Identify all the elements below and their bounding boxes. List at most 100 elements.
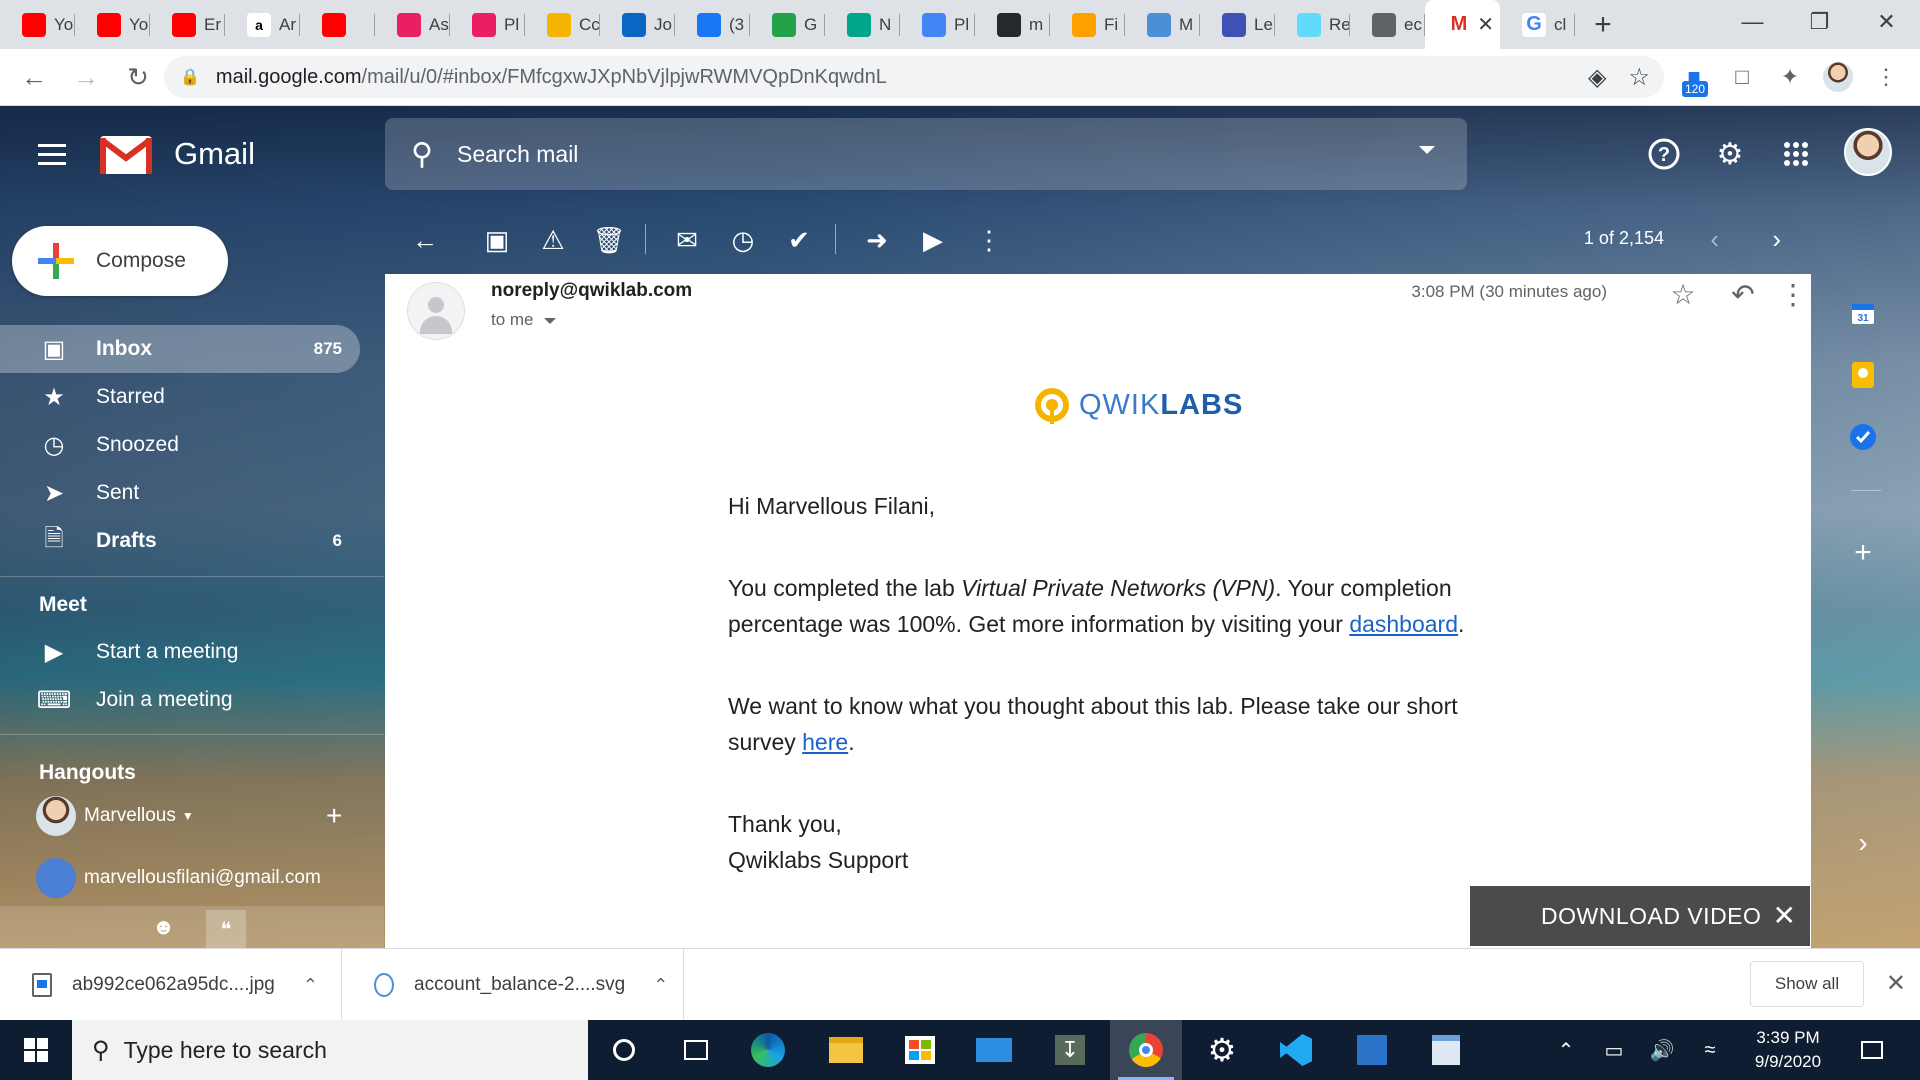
browser-tab[interactable]: Gcl [1500,0,1575,49]
browser-tab[interactable]: (3 [675,0,750,49]
delete-icon[interactable]: 🗑 [591,222,627,258]
search-icon[interactable]: ⚲ [411,137,433,172]
close-download-shelf-icon[interactable]: ✕ [1886,969,1906,998]
battery-icon[interactable]: ▭ [1596,1020,1632,1080]
star-message-icon[interactable]: ☆ [1665,276,1701,312]
download-item[interactable]: ab992ce062a95dc....jpg ⌃ [0,949,342,1021]
apps-grid-icon[interactable] [1776,134,1816,174]
back-icon[interactable]: ← [14,57,54,97]
new-tab-plus-icon[interactable]: + [1575,0,1631,49]
settings-gear-icon[interactable]: ⚙ [1186,1020,1258,1080]
newer-icon[interactable]: › [1772,224,1781,255]
browser-menu-icon[interactable]: ⋮ [1868,57,1904,97]
nav-item-sent[interactable]: ➤ Sent [0,469,360,517]
message-more-icon[interactable]: ⋮ [1775,276,1811,312]
forward-icon[interactable]: → [66,57,106,97]
show-hidden-icons-icon[interactable]: ⌃ [1548,1020,1584,1080]
compose-button[interactable]: Compose [12,226,228,296]
restore-icon[interactable]: ❐ [1786,0,1853,44]
extension-120-icon[interactable]: ■ 120 [1676,57,1712,97]
browser-tab[interactable]: Er [150,0,225,49]
chevron-up-icon[interactable]: ⌃ [303,975,318,996]
browser-tab[interactable] [300,0,375,49]
windows-start-icon[interactable] [0,1020,72,1080]
start-meeting-item[interactable]: ▶ Start a meeting [0,628,360,676]
browser-tab[interactable]: Cc [525,0,600,49]
extension-box-icon[interactable]: □ [1724,57,1760,97]
get-addons-plus-icon[interactable]: + [1846,536,1880,570]
keep-icon[interactable] [1846,358,1880,392]
browser-tab[interactable]: N [825,0,900,49]
nav-item-inbox[interactable]: ▣ Inbox 875 [0,325,360,373]
label-icon[interactable]: ▶ [915,222,951,258]
browser-tab[interactable]: M ✕ [1425,0,1500,49]
expand-panel-icon[interactable]: › [1846,826,1880,860]
file-explorer-icon[interactable] [810,1020,882,1080]
nav-item-snoozed[interactable]: ◷ Snoozed [0,421,360,469]
task-view-icon[interactable] [660,1020,732,1080]
calendar-icon[interactable]: 31 [1846,296,1880,330]
hangouts-user[interactable]: Marvellous ▼ [36,796,194,836]
move-to-icon[interactable]: ➜ [859,222,895,258]
extension-diamond-icon[interactable]: ◈ [1588,63,1606,92]
join-meeting-item[interactable]: ⌨ Join a meeting [0,676,360,724]
chevron-up-icon[interactable]: ⌃ [653,975,668,996]
volume-icon[interactable]: 🔊 [1644,1020,1680,1080]
browser-tab[interactable]: Fi [1050,0,1125,49]
taskbar-search-input[interactable]: Type here to search [124,1037,327,1064]
network-tool-icon[interactable] [1336,1020,1408,1080]
recipient-details[interactable]: to me [491,310,556,330]
browser-tab[interactable]: M [1125,0,1200,49]
browser-tab[interactable]: Jo [600,0,675,49]
older-icon[interactable]: ‹ [1710,224,1719,255]
browser-tab[interactable]: ec [1350,0,1425,49]
browser-tab[interactable]: Yo [0,0,75,49]
sender-email[interactable]: noreply@qwiklab.com [491,280,692,302]
browser-tab[interactable]: Re [1275,0,1350,49]
survey-link[interactable]: here [802,729,848,755]
report-spam-icon[interactable]: ⚠ [535,222,571,258]
search-options-icon[interactable] [1419,146,1435,154]
close-tab-icon[interactable]: ✕ [1477,12,1494,37]
notepad-icon[interactable] [1410,1020,1482,1080]
download-video-banner[interactable]: DOWNLOAD VIDEO ✕ [1470,886,1810,946]
nav-item-drafts[interactable]: 🗎 Drafts 6 [0,517,360,565]
browser-tab[interactable]: As [375,0,450,49]
browser-tab[interactable]: Pl [450,0,525,49]
browser-tab[interactable]: G [750,0,825,49]
browser-tab[interactable]: Yo [75,0,150,49]
back-to-inbox-icon[interactable]: ← [407,222,443,258]
downloader-icon[interactable]: ↧ [1034,1020,1106,1080]
reply-icon[interactable]: ↶ [1725,276,1761,312]
search-bar[interactable]: ⚲ Search mail [385,118,1467,190]
extensions-puzzle-icon[interactable]: ✦ [1772,57,1808,97]
mark-unread-icon[interactable]: ✉ [669,222,705,258]
browser-tab[interactable]: Pl [900,0,975,49]
download-item[interactable]: account_balance-2....svg ⌃ [342,949,684,1021]
browser-tab[interactable]: m [975,0,1050,49]
address-bar[interactable]: 🔒 mail.google.com/mail/u/0/#inbox/FMfcgx… [164,56,1664,98]
main-menu-icon[interactable] [38,144,66,171]
search-input[interactable]: Search mail [457,141,578,168]
hangouts-quote-icon[interactable]: ❝ [206,910,246,948]
cortana-icon[interactable] [588,1020,660,1080]
vscode-icon[interactable] [1260,1020,1332,1080]
reload-icon[interactable]: ↻ [118,57,158,97]
close-banner-icon[interactable]: ✕ [1773,899,1796,932]
mail-icon[interactable] [958,1020,1030,1080]
wifi-icon[interactable]: ≈ [1692,1020,1728,1080]
system-clock[interactable]: 3:39 PM 9/9/2020 [1738,1026,1838,1074]
minimize-icon[interactable]: — [1719,0,1786,44]
close-window-icon[interactable]: ✕ [1853,0,1920,44]
hangouts-contact[interactable]: marvellousfilani@gmail.com [36,858,321,898]
dashboard-link[interactable]: dashboard [1349,611,1458,637]
more-actions-icon[interactable]: ⋮ [971,222,1007,258]
profile-avatar[interactable] [1820,57,1856,97]
nav-item-starred[interactable]: ★ Starred [0,373,360,421]
bookmark-star-icon[interactable]: ☆ [1628,63,1650,92]
help-icon[interactable]: ? [1644,134,1684,174]
account-avatar[interactable] [1844,128,1892,176]
store-icon[interactable] [884,1020,956,1080]
archive-icon[interactable]: ▣ [479,222,515,258]
action-center-icon[interactable] [1852,1020,1892,1080]
